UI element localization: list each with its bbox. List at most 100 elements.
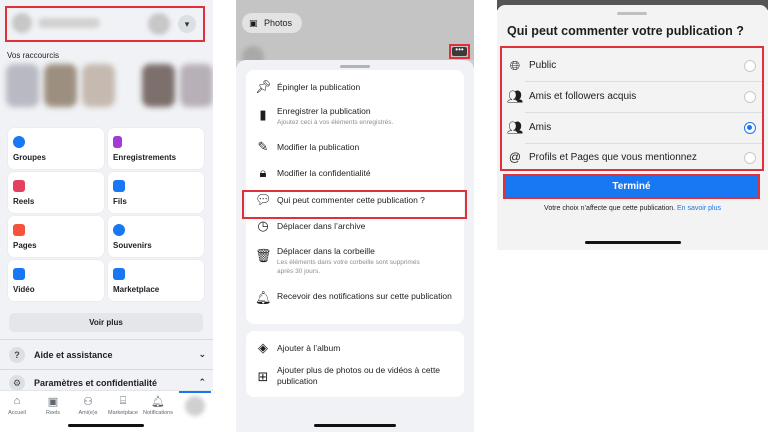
reels-icon: ▣ <box>47 396 59 408</box>
menu-item-label: Déplacer dans l’archive <box>277 221 366 231</box>
chevron-down-icon: ⌄ <box>198 349 206 359</box>
feeds-icon <box>113 180 125 192</box>
menu-item-notifications[interactable]: 🔔︎ Recevoir des notifications sur cette … <box>246 282 464 318</box>
shortcut-thumb[interactable] <box>180 64 213 107</box>
tile-label: Enregistrements <box>113 153 177 162</box>
tile-label: Reels <box>13 197 35 206</box>
marketplace-icon <box>113 268 125 280</box>
menu-item-label: Déplacer dans la corbeille <box>277 246 375 256</box>
learn-more-link[interactable]: En savoir plus <box>677 205 721 212</box>
tab-menu-avatar[interactable] <box>185 396 205 416</box>
menu-item-label: Ajouter plus de photos ou de vidéos à ce… <box>277 365 441 386</box>
tile-memories[interactable]: Souvenirs <box>108 216 204 257</box>
info-note: Votre choix n’affecte que cette publicat… <box>497 205 768 212</box>
sheet-grabber[interactable] <box>617 12 647 15</box>
menu-item-label: Recevoir des notifications sur cette pub… <box>277 291 452 301</box>
pencil-icon: ✎ <box>257 139 269 154</box>
menu-item-label: Modifier la publication <box>277 142 360 152</box>
tab-notifications[interactable]: 🔔︎ Notifications <box>141 395 175 416</box>
sheet-grabber[interactable] <box>340 65 370 68</box>
menu-item-pin[interactable]: 📌︎ Épingler la publication <box>246 74 464 98</box>
tile-pages[interactable]: Pages <box>8 216 104 257</box>
tile-label: Souvenirs <box>113 241 152 250</box>
menu-item-label: Ajouter à l’album <box>277 343 341 353</box>
flag-icon <box>13 224 25 236</box>
tab-label: Reels <box>45 410 61 416</box>
tile-label: Vidéo <box>13 285 35 294</box>
menu-screen: ▾ Vos raccourcis Groupes Enregistrements… <box>0 0 213 432</box>
tile-label: Groupes <box>13 153 46 162</box>
menu-item-save[interactable]: ▮ Enregistrer la publication Ajoutez cec… <box>246 100 464 132</box>
menu-item-add-media[interactable]: ⊞ Ajouter plus de photos ou de vidéos à … <box>246 361 464 395</box>
album-icon: ◈ <box>258 340 268 355</box>
photos-label: Photos <box>264 18 293 28</box>
post-options-screen: ▣ Photos ••• 📌︎ Épingler la publication … <box>236 0 474 432</box>
bell-icon: 🔔︎ <box>151 396 165 408</box>
tab-home[interactable]: ⌂ Accueil <box>0 395 34 416</box>
pin-icon: 📌︎ <box>255 79 272 94</box>
video-icon <box>13 268 25 280</box>
menu-item-privacy[interactable]: 🔒︎ Modifier la confidentialité <box>246 160 464 184</box>
divider <box>0 369 213 370</box>
options-sheet: 📌︎ Épingler la publication ▮ Enregistrer… <box>236 60 474 432</box>
highlight-profile <box>5 6 205 42</box>
active-tab-indicator <box>179 391 211 393</box>
groups-icon <box>13 136 25 148</box>
menu-item-sublabel: Les éléments dans votre corbeille sont s… <box>277 259 420 275</box>
menu-item-sublabel: Ajoutez ceci à vos éléments enregistrés. <box>277 119 394 126</box>
trash-icon: 🗑︎ <box>255 248 272 263</box>
highlight-done <box>503 174 760 199</box>
shortcuts-title: Vos raccourcis <box>7 51 60 60</box>
home-icon: ⌂ <box>13 395 21 407</box>
settings-label: Paramètres et confidentialité <box>34 378 158 388</box>
reels-icon <box>13 180 25 192</box>
tile-feeds[interactable]: Fils <box>108 172 204 213</box>
sheet-title: Qui peut commenter votre publication ? <box>507 24 744 38</box>
menu-item-add-album[interactable]: ◈ Ajouter à l’album <box>246 335 464 359</box>
add-media-icon: ⊞ <box>257 369 269 384</box>
note-text: Votre choix n’affecte que cette publicat… <box>544 205 676 212</box>
menu-item-label: Modifier la confidentialité <box>277 168 371 178</box>
tab-label: Accueil <box>8 410 26 416</box>
tile-reels[interactable]: Reels <box>8 172 104 213</box>
tile-video[interactable]: Vidéo <box>8 260 104 301</box>
comment-audience-screen: Qui peut commenter votre publication ? 🌐… <box>497 0 768 250</box>
home-indicator <box>68 424 144 427</box>
shortcut-thumb[interactable] <box>44 64 77 107</box>
photo-icon: ▣ <box>249 18 258 28</box>
bookmark-icon <box>113 136 122 148</box>
help-label: Aide et assistance <box>34 350 113 360</box>
shortcut-thumb[interactable] <box>82 64 115 107</box>
tile-marketplace[interactable]: Marketplace <box>108 260 204 301</box>
tile-groups[interactable]: Groupes <box>8 128 104 169</box>
tab-label: Notifications <box>143 410 173 416</box>
tab-label: Ami(e)s <box>78 410 98 416</box>
memories-icon <box>113 224 125 236</box>
menu-item-trash[interactable]: 🗑︎ Déplacer dans la corbeille Les élémen… <box>246 240 464 280</box>
tile-label: Fils <box>113 197 127 206</box>
tile-saved[interactable]: Enregistrements <box>108 128 204 169</box>
album-card: ◈ Ajouter à l’album ⊞ Ajouter plus de ph… <box>246 331 464 397</box>
shortcut-thumb[interactable] <box>6 64 39 107</box>
photos-chip[interactable]: ▣ Photos <box>242 13 302 33</box>
menu-item-edit[interactable]: ✎ Modifier la publication <box>246 134 464 158</box>
chevron-up-icon: ⌃ <box>198 377 206 387</box>
shortcut-thumb[interactable] <box>142 64 175 107</box>
highlight-more <box>449 44 470 59</box>
tab-label: Marketplace <box>108 410 138 416</box>
tile-label: Pages <box>13 241 37 250</box>
tile-label: Marketplace <box>113 285 160 294</box>
tab-reels[interactable]: ▣ Reels <box>36 395 70 416</box>
lock-icon: 🔒︎ <box>259 165 267 180</box>
bell-icon: 🔔︎ <box>255 290 272 305</box>
help-row[interactable]: ? Aide et assistance ⌄ <box>9 347 206 365</box>
tab-marketplace[interactable]: ⌸ Marketplace <box>106 395 140 416</box>
menu-item-label: Épingler la publication <box>277 82 361 92</box>
gear-icon: ⚙ <box>9 375 25 391</box>
see-more-button[interactable]: Voir plus <box>9 313 203 332</box>
highlight-who-can-comment <box>242 190 467 219</box>
bookmark-icon: ▮ <box>259 107 267 122</box>
home-indicator <box>585 241 681 244</box>
tab-friends[interactable]: ⚇ Ami(e)s <box>71 395 105 416</box>
marketplace-icon: ⌸ <box>119 395 127 407</box>
